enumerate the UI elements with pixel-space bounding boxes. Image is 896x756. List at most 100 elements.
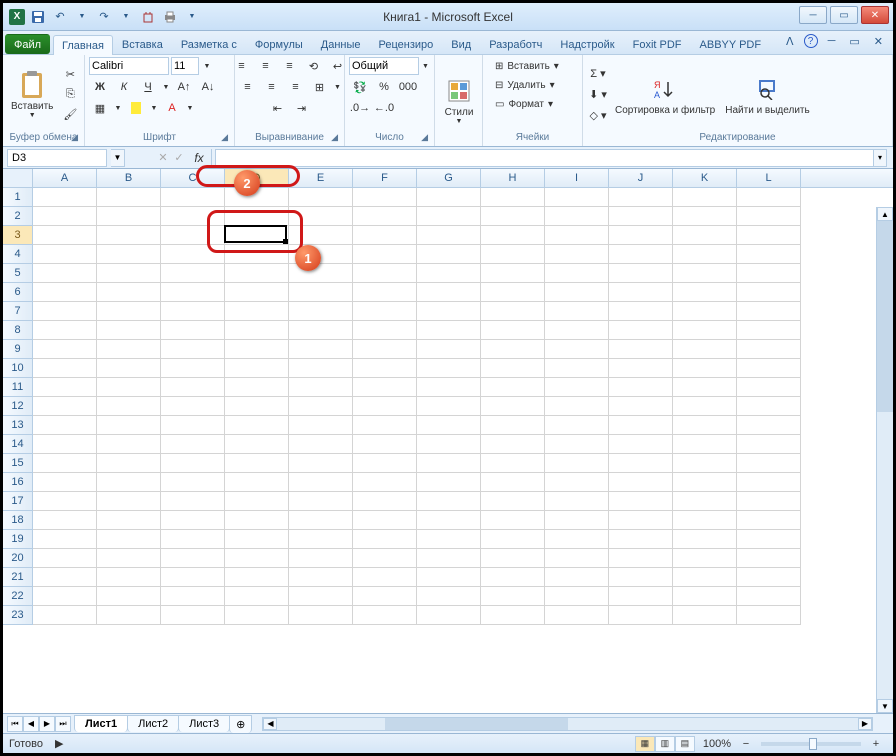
cell-J15[interactable] bbox=[609, 454, 673, 473]
cell-I10[interactable] bbox=[545, 359, 609, 378]
cell-J16[interactable] bbox=[609, 473, 673, 492]
cell-J9[interactable] bbox=[609, 340, 673, 359]
cell-E20[interactable] bbox=[289, 549, 353, 568]
cell-E8[interactable] bbox=[289, 321, 353, 340]
cell-A16[interactable] bbox=[33, 473, 97, 492]
zoom-out-button[interactable]: − bbox=[735, 735, 757, 753]
cell-D8[interactable] bbox=[225, 321, 289, 340]
cell-K6[interactable] bbox=[673, 283, 737, 302]
ribbon-minimize-icon[interactable]: ᐱ bbox=[782, 34, 798, 49]
qat-redo-dropdown[interactable]: ▼ bbox=[117, 8, 135, 26]
cell-H19[interactable] bbox=[481, 530, 545, 549]
column-header-C[interactable]: C bbox=[161, 169, 225, 187]
cell-A10[interactable] bbox=[33, 359, 97, 378]
cell-K8[interactable] bbox=[673, 321, 737, 340]
row-header-19[interactable]: 19 bbox=[3, 530, 33, 549]
column-header-F[interactable]: F bbox=[353, 169, 417, 187]
sort-filter-button[interactable]: ЯА Сортировка и фильтр bbox=[611, 71, 719, 118]
align-bottom-button[interactable]: ≡ bbox=[279, 57, 301, 75]
cell-E7[interactable] bbox=[289, 302, 353, 321]
insert-function-button[interactable]: fx bbox=[187, 149, 211, 167]
cell-L20[interactable] bbox=[737, 549, 801, 568]
cell-D1[interactable] bbox=[225, 188, 289, 207]
row-header-23[interactable]: 23 bbox=[3, 606, 33, 625]
merge-dropdown[interactable]: ▼ bbox=[333, 78, 343, 96]
cell-K3[interactable] bbox=[673, 226, 737, 245]
cell-B4[interactable] bbox=[97, 245, 161, 264]
cell-D15[interactable] bbox=[225, 454, 289, 473]
cell-B18[interactable] bbox=[97, 511, 161, 530]
number-launcher[interactable]: ◢ bbox=[421, 132, 428, 143]
cell-K5[interactable] bbox=[673, 264, 737, 283]
zoom-in-button[interactable]: + bbox=[865, 735, 887, 753]
cell-L4[interactable] bbox=[737, 245, 801, 264]
fill-dropdown[interactable]: ▼ bbox=[149, 99, 159, 117]
cell-D16[interactable] bbox=[225, 473, 289, 492]
cell-F10[interactable] bbox=[353, 359, 417, 378]
column-header-G[interactable]: G bbox=[417, 169, 481, 187]
row-header-21[interactable]: 21 bbox=[3, 568, 33, 587]
cell-B9[interactable] bbox=[97, 340, 161, 359]
cell-C14[interactable] bbox=[161, 435, 225, 454]
cell-G1[interactable] bbox=[417, 188, 481, 207]
cell-I6[interactable] bbox=[545, 283, 609, 302]
cell-I7[interactable] bbox=[545, 302, 609, 321]
cell-I11[interactable] bbox=[545, 378, 609, 397]
cell-B14[interactable] bbox=[97, 435, 161, 454]
cell-B10[interactable] bbox=[97, 359, 161, 378]
cell-G11[interactable] bbox=[417, 378, 481, 397]
cell-D6[interactable] bbox=[225, 283, 289, 302]
cell-K18[interactable] bbox=[673, 511, 737, 530]
formula-accept-button[interactable]: ✓ bbox=[171, 149, 187, 167]
cell-G10[interactable] bbox=[417, 359, 481, 378]
cell-H5[interactable] bbox=[481, 264, 545, 283]
cell-D12[interactable] bbox=[225, 397, 289, 416]
cell-C16[interactable] bbox=[161, 473, 225, 492]
cell-G4[interactable] bbox=[417, 245, 481, 264]
view-normal-button[interactable]: ▦ bbox=[635, 736, 655, 752]
cell-J20[interactable] bbox=[609, 549, 673, 568]
increase-indent-button[interactable]: ⇥ bbox=[291, 99, 313, 117]
paste-button[interactable]: Вставить ▼ bbox=[7, 67, 57, 121]
cell-L21[interactable] bbox=[737, 568, 801, 587]
cell-J21[interactable] bbox=[609, 568, 673, 587]
cell-A6[interactable] bbox=[33, 283, 97, 302]
cell-A7[interactable] bbox=[33, 302, 97, 321]
row-header-9[interactable]: 9 bbox=[3, 340, 33, 359]
cell-H4[interactable] bbox=[481, 245, 545, 264]
zoom-slider[interactable] bbox=[761, 742, 861, 746]
column-header-H[interactable]: H bbox=[481, 169, 545, 187]
cell-D17[interactable] bbox=[225, 492, 289, 511]
cell-B13[interactable] bbox=[97, 416, 161, 435]
cell-G17[interactable] bbox=[417, 492, 481, 511]
cell-A23[interactable] bbox=[33, 606, 97, 625]
cell-A2[interactable] bbox=[33, 207, 97, 226]
qat-save-button[interactable] bbox=[29, 8, 47, 26]
cell-L10[interactable] bbox=[737, 359, 801, 378]
cell-A18[interactable] bbox=[33, 511, 97, 530]
cell-I5[interactable] bbox=[545, 264, 609, 283]
cell-A15[interactable] bbox=[33, 454, 97, 473]
cell-C22[interactable] bbox=[161, 587, 225, 606]
cell-G8[interactable] bbox=[417, 321, 481, 340]
cell-G22[interactable] bbox=[417, 587, 481, 606]
cell-F1[interactable] bbox=[353, 188, 417, 207]
cell-D2[interactable] bbox=[225, 207, 289, 226]
cell-C5[interactable] bbox=[161, 264, 225, 283]
cell-G18[interactable] bbox=[417, 511, 481, 530]
percent-button[interactable]: % bbox=[373, 78, 395, 96]
cell-F7[interactable] bbox=[353, 302, 417, 321]
cell-G2[interactable] bbox=[417, 207, 481, 226]
cell-G15[interactable] bbox=[417, 454, 481, 473]
decrease-indent-button[interactable]: ⇤ bbox=[267, 99, 289, 117]
cell-I15[interactable] bbox=[545, 454, 609, 473]
cell-E11[interactable] bbox=[289, 378, 353, 397]
cell-C10[interactable] bbox=[161, 359, 225, 378]
cell-K9[interactable] bbox=[673, 340, 737, 359]
tab-review[interactable]: Рецензиро bbox=[370, 34, 443, 54]
qat-customize-dropdown[interactable]: ▼ bbox=[183, 8, 201, 26]
underline-dropdown[interactable]: ▼ bbox=[161, 78, 171, 96]
formula-input[interactable] bbox=[215, 149, 879, 167]
cell-K1[interactable] bbox=[673, 188, 737, 207]
cell-C12[interactable] bbox=[161, 397, 225, 416]
